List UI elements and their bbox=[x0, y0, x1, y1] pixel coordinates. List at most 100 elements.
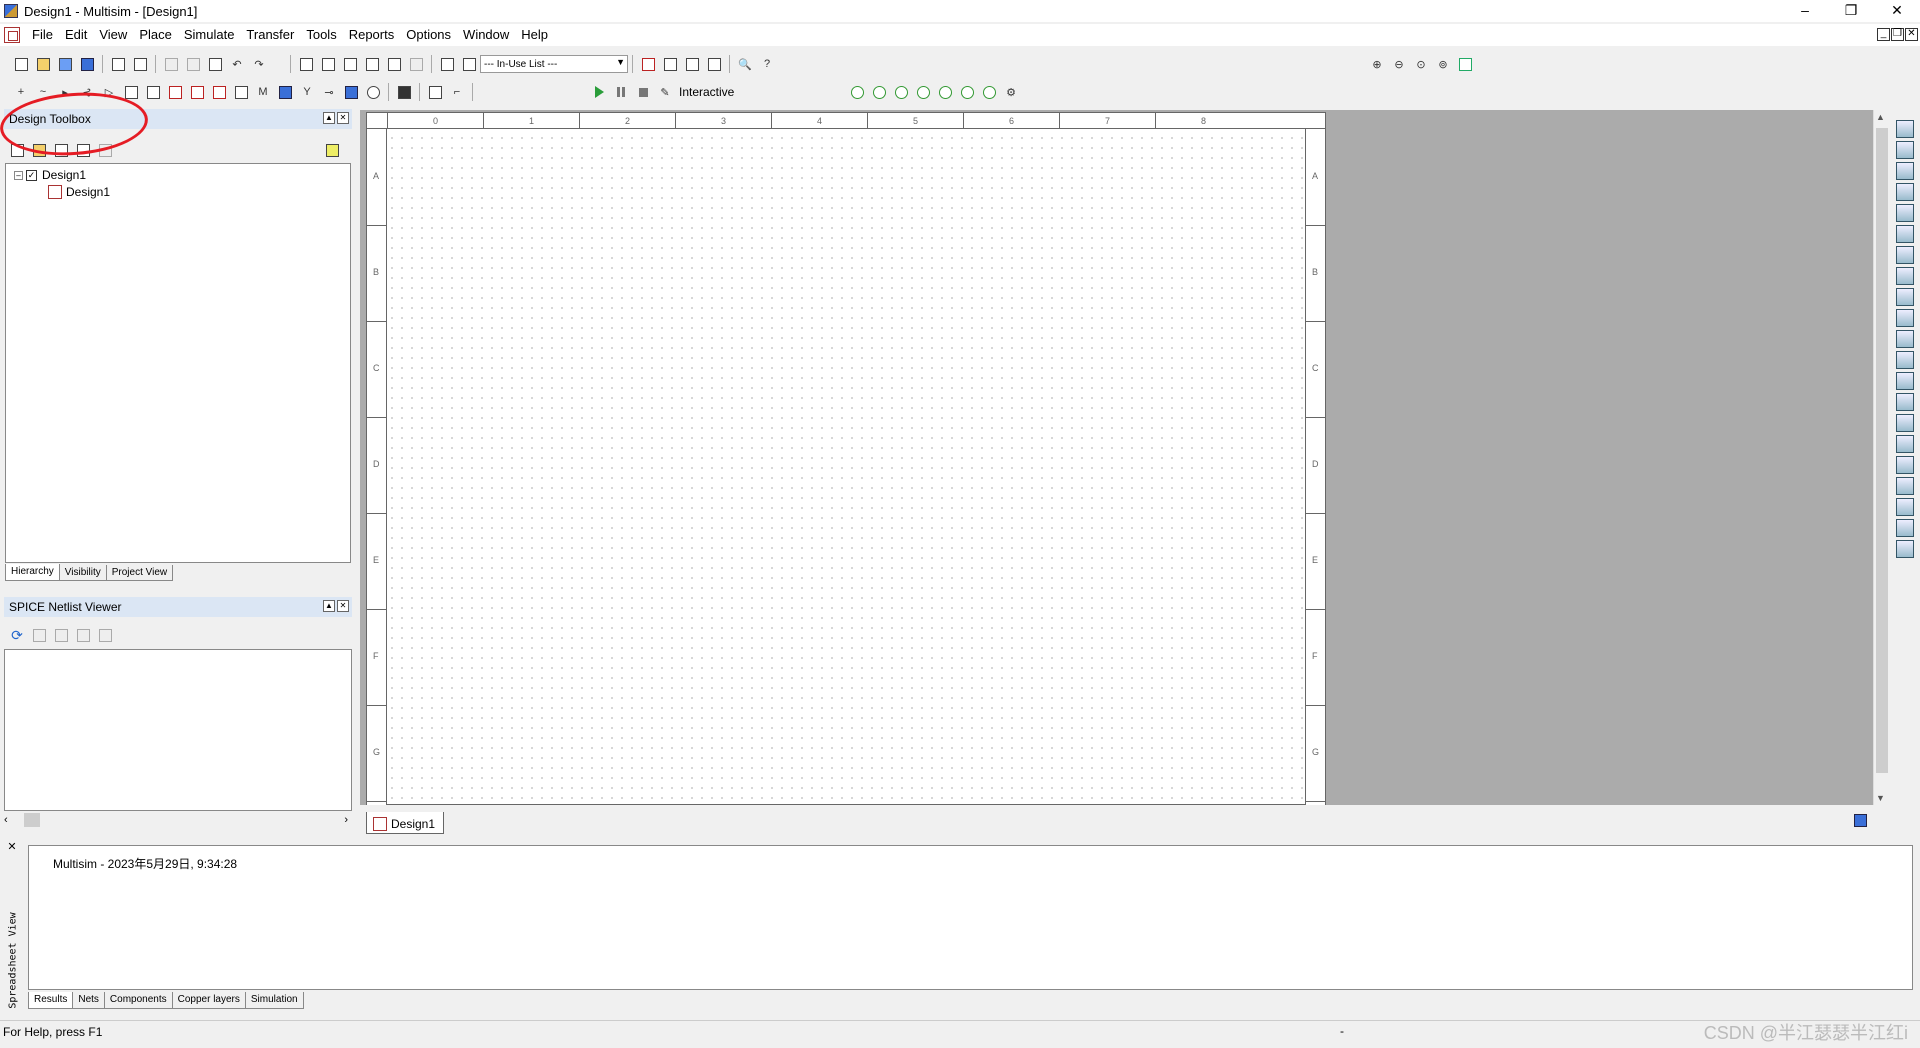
open-sample-icon[interactable] bbox=[55, 54, 75, 74]
function-generator-icon[interactable] bbox=[1896, 141, 1914, 159]
schematic-sheet[interactable]: 0 1 2 3 4 5 6 7 8 A B C D E F G A B C D E F G bbox=[366, 112, 1326, 805]
iv-analyzer-icon[interactable] bbox=[1896, 330, 1914, 348]
place-connector-icon[interactable] bbox=[363, 82, 383, 102]
spreadsheet-toggle-icon[interactable] bbox=[318, 54, 338, 74]
zoom-sheet-icon[interactable]: ⊚ bbox=[1433, 54, 1453, 74]
postprocessor-icon[interactable] bbox=[384, 54, 404, 74]
print-icon[interactable] bbox=[108, 54, 128, 74]
scroll-down-icon[interactable]: ▼ bbox=[1876, 793, 1885, 803]
tab-visibility[interactable]: Visibility bbox=[58, 565, 107, 581]
minimize-button[interactable]: – bbox=[1782, 0, 1828, 22]
menu-edit[interactable]: Edit bbox=[59, 24, 93, 46]
agilent-multimeter-icon[interactable] bbox=[1896, 435, 1914, 453]
help-icon[interactable]: ? bbox=[757, 54, 777, 74]
scroll-up-icon[interactable]: ▲ bbox=[1876, 112, 1885, 122]
stop-icon[interactable] bbox=[633, 82, 653, 102]
electrical-rules-check-icon[interactable] bbox=[406, 54, 426, 74]
place-bus-icon[interactable]: ⌐ bbox=[447, 82, 467, 102]
erc-marker-icon[interactable] bbox=[638, 54, 658, 74]
spreadsheet-close-icon[interactable]: ✕ bbox=[6, 842, 18, 854]
undo-icon[interactable]: ↶ bbox=[227, 54, 247, 74]
tab-copper-layers[interactable]: Copper layers bbox=[171, 992, 246, 1009]
zoom-out-icon[interactable]: ⊖ bbox=[1389, 54, 1409, 74]
toolbox-close-button[interactable]: ✕ bbox=[337, 112, 349, 124]
print-preview-icon[interactable] bbox=[130, 54, 150, 74]
place-hierarchical-block-icon[interactable] bbox=[425, 82, 445, 102]
reference-probe-icon[interactable] bbox=[957, 82, 977, 102]
find-examples-icon[interactable]: 🔍 bbox=[735, 54, 755, 74]
toolbox-dock-button[interactable]: ▲ bbox=[323, 112, 335, 124]
menu-reports[interactable]: Reports bbox=[343, 24, 401, 46]
scroll-thumb[interactable] bbox=[1876, 128, 1888, 773]
place-power-icon[interactable] bbox=[231, 82, 251, 102]
hierarchy-icon[interactable] bbox=[459, 54, 479, 74]
design-toolbox-toggle-icon[interactable] bbox=[296, 54, 316, 74]
voltage-probe-icon[interactable] bbox=[847, 82, 867, 102]
mdi-restore-button[interactable]: ❐ bbox=[1891, 28, 1904, 41]
place-misc-digital-icon[interactable] bbox=[165, 82, 185, 102]
component-wizard-icon[interactable] bbox=[437, 54, 457, 74]
collapse-icon[interactable]: – bbox=[14, 170, 23, 180]
four-channel-oscilloscope-icon[interactable] bbox=[1896, 204, 1914, 222]
power-probe-icon[interactable] bbox=[891, 82, 911, 102]
schematic-workspace[interactable]: 0 1 2 3 4 5 6 7 8 A B C D E F G A B C D E F G bbox=[360, 110, 1875, 805]
in-use-list-select[interactable]: --- In-Use List --- ▼ bbox=[480, 55, 628, 73]
menu-options[interactable]: Options bbox=[400, 24, 457, 46]
tab-project-view[interactable]: Project View bbox=[105, 565, 174, 581]
scroll-left-icon[interactable]: ‹ bbox=[4, 814, 8, 826]
menu-window[interactable]: Window bbox=[457, 24, 515, 46]
tab-hierarchy[interactable]: Hierarchy bbox=[5, 564, 60, 581]
place-mixed-icon[interactable] bbox=[187, 82, 207, 102]
menu-place[interactable]: Place bbox=[133, 24, 178, 46]
spice-horizontal-scrollbar[interactable]: ‹ › bbox=[4, 812, 352, 828]
spice-save-icon[interactable] bbox=[51, 625, 71, 645]
place-misc-icon[interactable]: M bbox=[253, 82, 273, 102]
run-icon[interactable] bbox=[589, 82, 609, 102]
tab-results[interactable]: Results bbox=[28, 992, 74, 1009]
grapher-icon[interactable] bbox=[362, 54, 382, 74]
current-probe-icon[interactable] bbox=[869, 82, 889, 102]
copy-icon[interactable] bbox=[183, 54, 203, 74]
spice-copy-icon[interactable] bbox=[95, 625, 115, 645]
logic-converter-icon[interactable] bbox=[1896, 288, 1914, 306]
menu-tools[interactable]: Tools bbox=[300, 24, 342, 46]
visibility-checkbox[interactable]: ✓ bbox=[26, 169, 37, 181]
place-ni-component-icon[interactable] bbox=[341, 82, 361, 102]
open-icon[interactable] bbox=[33, 54, 53, 74]
tab-components[interactable]: Components bbox=[103, 992, 173, 1009]
mdi-close-button[interactable]: ✕ bbox=[1905, 28, 1918, 41]
place-source-icon[interactable]: + bbox=[11, 82, 31, 102]
spectrum-analyzer-icon[interactable] bbox=[1896, 372, 1914, 390]
tree-item-design-sheet[interactable]: Design1 bbox=[48, 185, 110, 199]
word-generator-icon[interactable] bbox=[1896, 267, 1914, 285]
zoom-in-icon[interactable]: ⊕ bbox=[1367, 54, 1387, 74]
spice-netlist-area[interactable] bbox=[4, 649, 352, 811]
network-analyzer-icon[interactable] bbox=[1896, 393, 1914, 411]
oscilloscope-icon[interactable] bbox=[1896, 183, 1914, 201]
frequency-counter-icon[interactable] bbox=[1896, 246, 1914, 264]
scroll-right-icon[interactable]: › bbox=[344, 814, 348, 826]
probe-settings-icon[interactable]: ⚙ bbox=[1001, 82, 1021, 102]
document-icon[interactable] bbox=[4, 27, 20, 43]
menu-file[interactable]: File bbox=[26, 24, 59, 46]
logic-analyzer-icon[interactable] bbox=[1896, 309, 1914, 327]
tab-nets[interactable]: Nets bbox=[72, 992, 105, 1009]
agilent-function-generator-icon[interactable] bbox=[1896, 414, 1914, 432]
place-rf-icon[interactable]: Y bbox=[297, 82, 317, 102]
tree-item-design-root[interactable]: – ✓ Design1 bbox=[14, 168, 86, 182]
place-electromechanical-icon[interactable]: ⊸ bbox=[319, 82, 339, 102]
transfer-to-ultiboard-icon[interactable] bbox=[660, 54, 680, 74]
digital-probe-icon[interactable] bbox=[979, 82, 999, 102]
menu-view[interactable]: View bbox=[93, 24, 133, 46]
current-clamp-icon[interactable] bbox=[1896, 519, 1914, 537]
new-icon[interactable] bbox=[11, 54, 31, 74]
place-advanced-peripherals-icon[interactable] bbox=[275, 82, 295, 102]
interactive-analysis-label[interactable]: Interactive bbox=[679, 85, 734, 99]
refresh-icon[interactable]: ⟳ bbox=[7, 625, 27, 645]
results-area[interactable]: Multisim - 2023年5月29日, 9:34:28 bbox=[28, 845, 1913, 990]
sheet-tab-design1[interactable]: Design1 bbox=[366, 812, 445, 834]
spice-close-button[interactable]: ✕ bbox=[337, 600, 349, 612]
differential-voltage-probe-icon[interactable] bbox=[913, 82, 933, 102]
forward-annotate-icon[interactable] bbox=[704, 54, 724, 74]
place-mcu-icon[interactable] bbox=[394, 82, 414, 102]
